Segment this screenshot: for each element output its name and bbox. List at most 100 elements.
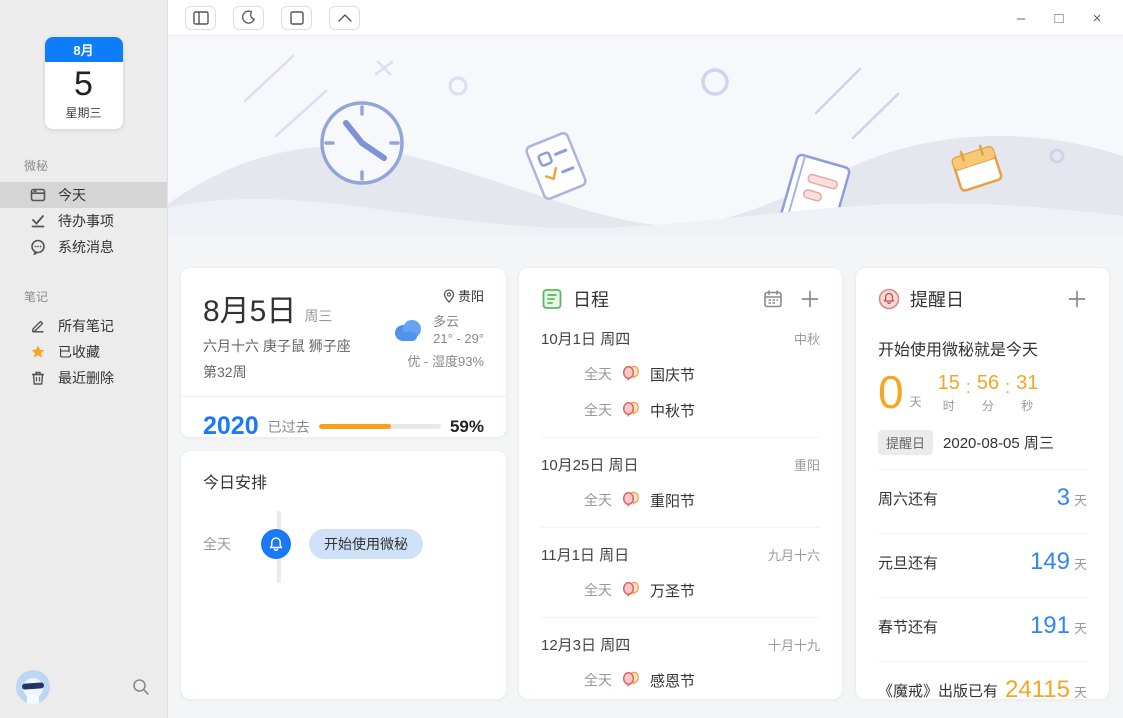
toggle-sidebar-button[interactable]	[185, 5, 216, 30]
schedule-group-tag: 重阳	[793, 457, 820, 473]
todo-check-icon	[30, 213, 46, 229]
schedule-group-tag: 九月十六	[767, 547, 820, 563]
sidebar-item-today[interactable]: 今天	[0, 182, 167, 208]
balloons-icon	[620, 579, 642, 601]
schedule-title: 日程	[573, 290, 609, 310]
schedule-event[interactable]: 全天 中秋节	[541, 392, 820, 428]
topbar: – □ ×	[168, 0, 1123, 36]
sidebar-item-all-notes[interactable]: 所有笔记	[0, 313, 167, 339]
schedule-event[interactable]: 全天 万圣节	[541, 572, 820, 608]
countdown-minutes: 56	[976, 372, 1000, 394]
balloons-icon	[620, 669, 642, 691]
year-label: 2020	[203, 412, 259, 438]
event-time: 全天	[584, 582, 612, 598]
reminder-row[interactable]: 元旦还有 149 天	[878, 541, 1087, 583]
divider	[181, 396, 506, 397]
countdown-seconds-label: 秒	[1021, 399, 1034, 413]
balloons-icon	[620, 363, 642, 385]
reminder-row-unit: 天	[1073, 557, 1087, 572]
date-card-weekday: 星期三	[65, 106, 102, 120]
section-title-weimi: 微秘	[24, 159, 49, 173]
reminder-row[interactable]: 春节还有 191 天	[878, 605, 1087, 647]
plan-item[interactable]: 全天 开始使用微秘	[203, 511, 484, 583]
sidebar-item-starred[interactable]: 已收藏	[0, 339, 167, 365]
collapse-banner-button[interactable]	[329, 5, 360, 30]
schedule-event[interactable]: 全天 国庆节	[541, 356, 820, 392]
reminder-row-label: 周六还有	[878, 490, 939, 508]
sidebar-item-label: 待办事项	[58, 213, 114, 229]
user-avatar[interactable]	[16, 670, 50, 704]
reminder-badge: 提醒日	[878, 430, 934, 455]
schedule-group-tag: 中秋	[793, 331, 820, 347]
calendar-icon	[30, 187, 46, 203]
event-label: 重阳节	[650, 492, 696, 510]
divider	[878, 533, 1087, 534]
countdown-minutes-label: 分	[981, 399, 994, 413]
reminder-row-value: 191	[1029, 612, 1070, 639]
sidebar-item-label: 已收藏	[58, 344, 100, 360]
search-icon[interactable]	[131, 677, 151, 697]
star-icon	[30, 344, 46, 360]
sidebar-date-card[interactable]: 8月 5 星期三	[44, 37, 123, 129]
reminder-countdown: 0 天 15 时 : 56 分 : 31 秒	[878, 366, 1087, 418]
window-layout-button[interactable]	[281, 5, 312, 30]
balloons-icon	[620, 489, 642, 511]
reminder-row[interactable]: 周六还有 3 天	[878, 477, 1087, 519]
countdown-days: 0	[878, 366, 904, 418]
sidebar: 8月 5 星期三 微秘 今天 待办事项 系统消息 笔记 所有笔记 已收藏 最近删…	[0, 0, 168, 718]
reminder-row-unit: 天	[1073, 621, 1087, 636]
countdown-hours: 15	[937, 372, 960, 394]
reminder-row-label: 《魔戒》出版已有	[878, 682, 999, 700]
schedule-group: 10月25日 周日 重阳 全天 重阳节	[541, 446, 820, 528]
year-progress-fill	[318, 424, 391, 429]
schedule-group-date: 10月1日 周四	[541, 330, 631, 348]
sidebar-item-todo[interactable]: 待办事项	[0, 208, 167, 234]
schedule-event[interactable]: 全天 重阳节	[541, 482, 820, 518]
today-date: 8月5日	[203, 295, 297, 328]
sidebar-item-trash[interactable]: 最近删除	[0, 365, 167, 391]
schedule-calendar-icon[interactable]	[763, 289, 783, 309]
divider	[541, 527, 820, 528]
reminder-row-unit: 天	[1073, 493, 1087, 508]
message-icon	[30, 239, 46, 255]
minimize-button[interactable]: –	[1007, 4, 1035, 32]
maximize-button[interactable]: □	[1045, 4, 1073, 32]
schedule-group: 10月1日 周四 中秋 全天 国庆节 全天 中秋节	[541, 320, 820, 438]
pencil-icon	[30, 318, 46, 334]
weather-city[interactable]: 贵阳	[458, 286, 484, 305]
today-weekday: 周三	[304, 308, 333, 324]
reminder-headline[interactable]: 开始使用微秘就是今天	[878, 336, 1087, 360]
schedule-group-date: 10月25日 周日	[541, 456, 639, 474]
reminder-row-value: 24115	[1005, 676, 1070, 700]
plan-item-label: 开始使用微秘	[309, 529, 423, 559]
divider	[878, 469, 1087, 470]
balloons-icon	[620, 399, 642, 421]
close-button[interactable]: ×	[1083, 4, 1111, 32]
sidebar-item-messages[interactable]: 系统消息	[0, 234, 167, 260]
schedule-group-date: 12月3日 周四	[541, 636, 631, 654]
weather-temp-range: 21° - 29°	[433, 331, 484, 346]
reminder-badge-date: 2020-08-05 周三	[943, 435, 1054, 452]
date-card-month: 8月	[44, 37, 123, 62]
banner-illustration	[168, 36, 1123, 237]
reminder-add-icon[interactable]	[1067, 289, 1087, 309]
schedule-group-date: 11月1日 周日	[541, 546, 630, 564]
reminder-row-label: 元旦还有	[878, 554, 939, 572]
reminder-row[interactable]: 《魔戒》出版已有 24115 天	[878, 669, 1087, 700]
schedule-add-icon[interactable]	[800, 289, 820, 309]
reminder-row-value: 3	[1056, 484, 1070, 511]
weather-condition: 多云	[433, 314, 460, 329]
event-time: 全天	[584, 492, 612, 508]
dark-mode-moon-button[interactable]	[233, 5, 264, 30]
divider	[878, 597, 1087, 598]
reminder-card: 提醒日 开始使用微秘就是今天 0 天 15 时 : 56 分 : 31 秒 提醒…	[855, 267, 1110, 700]
weather-air-humidity: 优 - 湿度93%	[407, 354, 484, 369]
event-time: 全天	[584, 402, 612, 418]
reminder-row-unit: 天	[1073, 685, 1087, 700]
year-progress-bar	[318, 424, 441, 429]
schedule-event[interactable]: 全天 感恩节	[541, 662, 820, 698]
countdown-colon: :	[965, 377, 971, 397]
schedule-notebook-icon	[541, 288, 563, 310]
event-label: 感恩节	[650, 672, 696, 690]
countdown-seconds: 31	[1016, 372, 1039, 394]
